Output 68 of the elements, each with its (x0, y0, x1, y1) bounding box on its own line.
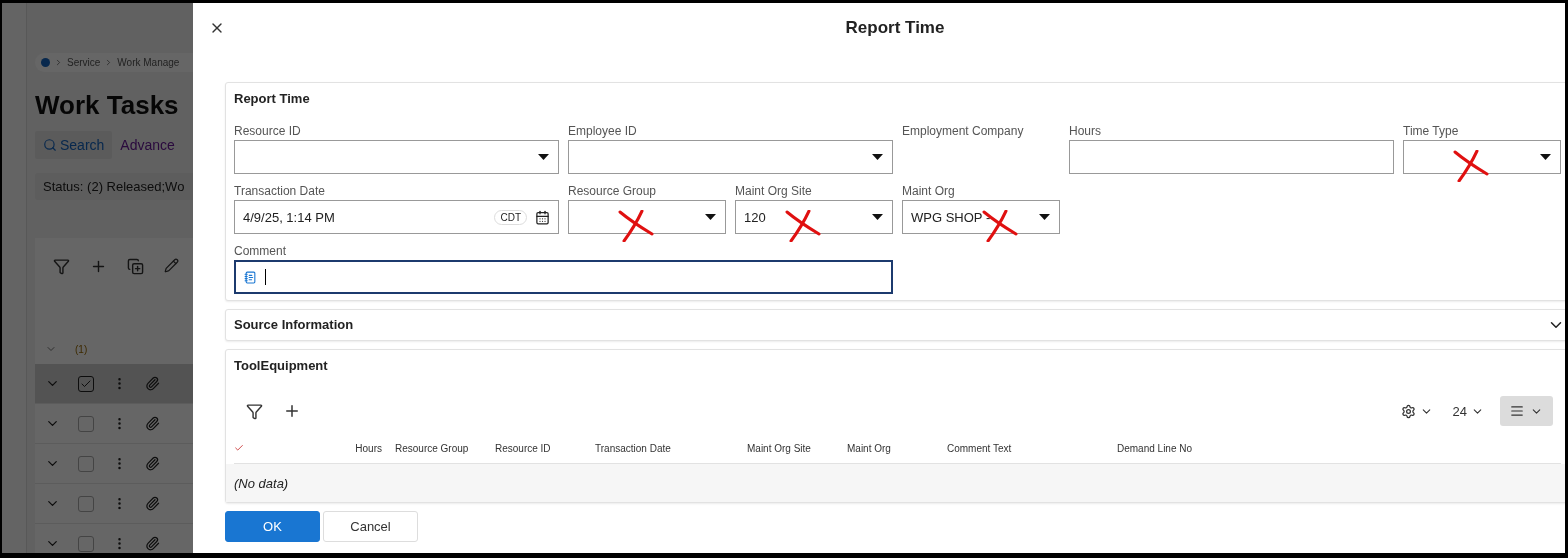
column-header[interactable]: Transaction Date (595, 443, 747, 454)
field-label: Time Type (1403, 123, 1460, 139)
chevron-right-icon (54, 58, 63, 67)
page-title: Work Tasks (35, 90, 180, 121)
field-label: Transaction Date (234, 183, 326, 199)
row-checkbox[interactable] (78, 415, 94, 432)
settings-icon (1400, 403, 1416, 419)
paperclip-icon[interactable] (145, 536, 160, 551)
paperclip-icon[interactable] (145, 416, 160, 431)
list-lines-icon (1510, 404, 1524, 418)
field-label: Hours (1069, 123, 1102, 139)
field-label: Employment Company (902, 123, 1025, 139)
paperclip-icon[interactable] (145, 456, 160, 471)
column-header[interactable]: Resource Group (395, 443, 495, 454)
column-header[interactable]: Maint Org Site (747, 443, 847, 454)
field-value: 4/9/25, 1:14 PM (243, 209, 336, 225)
empty-table-message: (No data) (226, 464, 1565, 502)
copy-plus-icon[interactable] (127, 258, 144, 275)
cancel-button[interactable]: Cancel (323, 511, 418, 542)
ok-button[interactable]: OK (225, 511, 320, 542)
home-dot-icon[interactable] (41, 58, 50, 67)
selected-count: (1) (75, 343, 88, 355)
section-title: Report Time (234, 91, 311, 107)
section-title: Source Information (234, 317, 354, 333)
field-label: Maint Org (902, 183, 956, 199)
section-title: ToolEquipment (234, 358, 329, 374)
dialog-title: Report Time (844, 17, 946, 39)
dropdown-field[interactable]: 120 (735, 200, 893, 234)
field-label: Resource ID (234, 123, 302, 139)
comment-field[interactable] (234, 260, 893, 294)
date-field[interactable]: 4/9/25, 1:14 PM CDT (234, 200, 559, 234)
field-label: Comment (234, 243, 287, 259)
check-icon[interactable] (234, 442, 244, 453)
dropdown-field[interactable]: WPG SHOP - (902, 200, 1060, 234)
dropdown-field[interactable] (568, 140, 893, 174)
field-value: WPG SHOP - (911, 209, 991, 225)
field-label: Employee ID (568, 123, 638, 139)
dropdown-field[interactable] (1403, 140, 1561, 174)
column-header[interactable]: Demand Line No (1117, 443, 1267, 454)
column-header[interactable]: Resource ID (495, 443, 595, 454)
calendar-icon[interactable] (535, 209, 550, 225)
column-header[interactable]: Comment Text (947, 443, 1117, 454)
collapsible-section[interactable]: Source Information (225, 309, 1565, 341)
dropdown-field[interactable] (568, 200, 726, 234)
column-header[interactable]: Hours (244, 443, 382, 454)
page-size-button[interactable]: 24 (1448, 399, 1488, 423)
field-label: Resource Group (568, 183, 658, 199)
filter-icon (246, 402, 263, 420)
view-mode-button[interactable] (1500, 396, 1553, 426)
row-checkbox[interactable] (78, 495, 94, 512)
table-row[interactable] (35, 364, 193, 404)
input-field[interactable] (1069, 140, 1394, 174)
row-checkbox[interactable] (78, 455, 94, 472)
notepad-icon (244, 270, 257, 284)
dropdown-field[interactable] (234, 140, 559, 174)
paperclip-icon[interactable] (145, 376, 160, 391)
plus-icon (283, 402, 301, 420)
plus-icon[interactable] (90, 258, 107, 275)
pencil-icon[interactable] (164, 258, 179, 273)
search-icon (43, 138, 57, 152)
column-header[interactable]: Maint Org (847, 443, 947, 454)
field-label: Maint Org Site (735, 183, 813, 199)
row-checkbox[interactable] (78, 375, 94, 392)
filter-icon[interactable] (53, 258, 70, 275)
field-value: 120 (744, 209, 766, 225)
row-checkbox[interactable] (78, 535, 94, 552)
text-cursor (265, 269, 266, 285)
paperclip-icon[interactable] (145, 496, 160, 511)
